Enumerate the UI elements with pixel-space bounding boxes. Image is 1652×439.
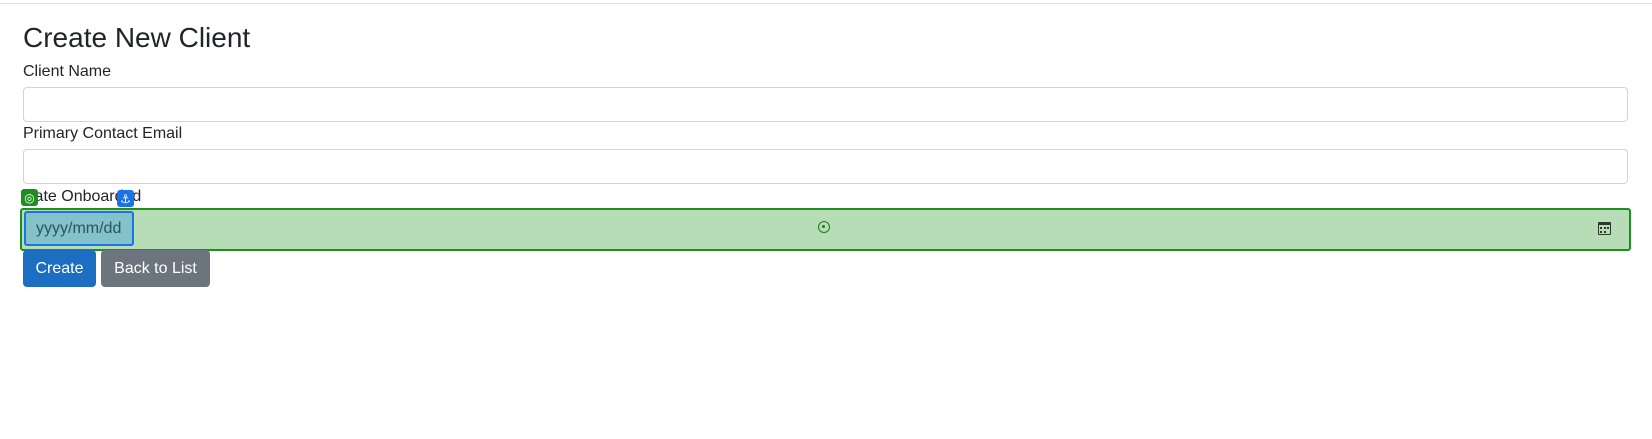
email-label: Primary Contact Email (23, 125, 183, 142)
top-divider (0, 3, 1652, 4)
email-input[interactable] (23, 149, 1628, 184)
back-to-list-button[interactable]: Back to List (101, 250, 210, 287)
target-icon: ◎ (21, 189, 38, 206)
date-placeholder: yyyy/mm/dd (36, 219, 122, 237)
client-name-label: Client Name (23, 63, 112, 80)
crosshair-icon (818, 221, 830, 233)
calendar-icon[interactable] (1598, 222, 1611, 235)
client-name-input[interactable] (23, 87, 1628, 122)
anchor-icon: ⚓ (117, 190, 134, 207)
create-button[interactable]: Create (23, 250, 96, 287)
page-title: Create New Client (23, 22, 251, 53)
date-text-segment[interactable]: yyyy/mm/dd (24, 211, 134, 246)
